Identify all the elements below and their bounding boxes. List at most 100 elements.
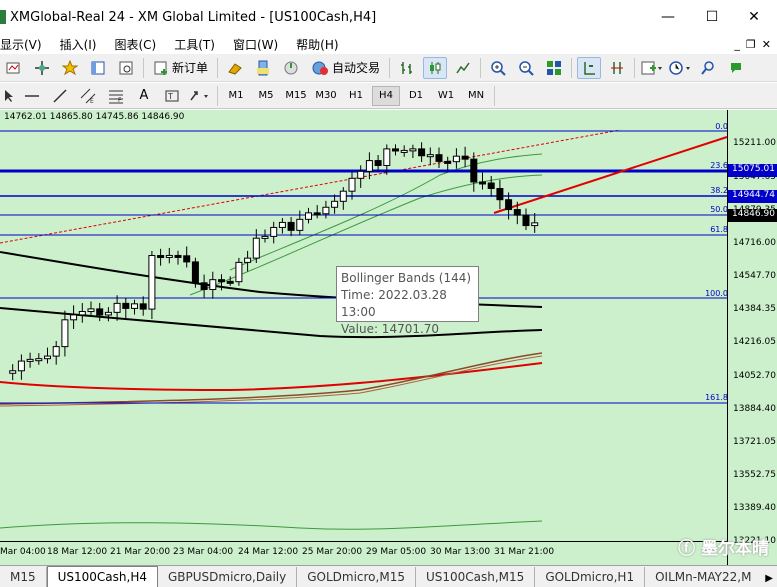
menu-help[interactable]: 帮助(H) — [296, 36, 347, 53]
time-tick: 25 Mar 20:00 — [302, 547, 363, 557]
crosshair-move-icon[interactable] — [30, 57, 54, 79]
timeframe-m30[interactable]: M30 — [312, 86, 340, 106]
trendline-red — [493, 136, 728, 214]
auto-trading-button[interactable]: 自动交易 — [307, 57, 384, 79]
menu-charts[interactable]: 图表(C) — [114, 36, 165, 53]
zoom-in-icon[interactable] — [486, 57, 510, 79]
candle-body — [200, 282, 208, 291]
arrows-dropdown-icon[interactable] — [188, 85, 212, 107]
candle-body — [17, 360, 25, 372]
price-label-highlight: 15075.01 — [728, 164, 777, 177]
price-tick: 13389.40 — [733, 503, 776, 513]
chart-tab[interactable]: GOLDmicro,M15 — [297, 567, 416, 587]
candle-body — [131, 303, 138, 309]
indicators-icon[interactable] — [640, 57, 664, 79]
meta-editor-icon[interactable] — [223, 57, 247, 79]
text-label-icon[interactable]: T — [160, 85, 184, 107]
chart-tab[interactable]: US100Cash,M15 — [416, 567, 536, 587]
moving-average-brown — [0, 352, 543, 405]
timeframe-h1[interactable]: H1 — [342, 86, 370, 106]
timeframe-m1[interactable]: M1 — [222, 86, 250, 106]
timeframe-w1[interactable]: W1 — [432, 86, 460, 106]
chart-shift-icon[interactable] — [577, 56, 602, 79]
timeframe-mn[interactable]: MN — [462, 86, 490, 106]
toolbar-separator — [480, 57, 482, 78]
line-chart-icon[interactable] — [451, 57, 475, 79]
chart-tab[interactable]: OILMn-MAY22,M — [645, 567, 761, 587]
auto-trading-icon — [312, 61, 329, 75]
price-tick: 13721.05 — [733, 437, 776, 447]
tooltip-indicator-name: Bollinger Bands (144) — [341, 271, 472, 285]
time-tick: 30 Mar 13:00 — [430, 547, 491, 557]
candle-body — [348, 177, 356, 192]
candle-body — [522, 214, 530, 227]
tooltip-value: Value: 14701.70 — [341, 322, 440, 336]
time-tick: 31 Mar 21:00 — [494, 547, 555, 557]
price-chart[interactable]: 14762.01 14865.80 14745.86 14846.90 0.0 … — [0, 110, 777, 565]
periods-icon[interactable] — [668, 57, 692, 79]
tab-scroll-right-icon[interactable]: ▶ — [765, 573, 773, 584]
favorites-star-icon[interactable] — [58, 57, 82, 79]
strategy-tester-icon[interactable] — [251, 57, 275, 79]
timeframe-d1[interactable]: D1 — [402, 86, 430, 106]
candle-body — [148, 255, 156, 310]
chart-tab[interactable]: GBPUSDmicro,Daily — [158, 567, 298, 587]
new-order-button[interactable]: 新订单 — [149, 57, 212, 79]
time-axis[interactable]: Mar 04:00 18 Mar 12:00 21 Mar 20:00 23 M… — [0, 541, 727, 565]
chart-tab[interactable]: M15 — [0, 567, 47, 587]
main-toolbar: 新订单 自动交易 — [0, 54, 777, 82]
candle-body — [244, 257, 252, 263]
menu-insert[interactable]: 插入(I) — [60, 36, 106, 53]
text-tool-icon[interactable]: A — [132, 85, 156, 107]
toolbar-separator — [143, 57, 144, 78]
bar-chart-icon[interactable] — [395, 57, 419, 79]
menu-view[interactable]: 显示(V) — [0, 36, 51, 53]
fib-label-61-8: 61.8 — [710, 225, 728, 234]
trendline-icon[interactable] — [48, 85, 72, 107]
minimize-button[interactable]: — — [645, 0, 691, 34]
toolbar-separator — [389, 57, 391, 78]
auto-scroll-icon[interactable] — [605, 57, 629, 79]
maximize-button[interactable]: ☐ — [689, 0, 735, 34]
chart-tab-active[interactable]: US100Cash,H4 — [46, 566, 158, 587]
child-minimize-button[interactable]: _ — [734, 38, 740, 51]
zoom-out-icon[interactable] — [514, 57, 538, 79]
new-order-label: 新订单 — [172, 61, 209, 75]
tooltip-time: Time: 2022.03.28 13:00 — [341, 288, 447, 319]
candle-body — [313, 212, 321, 216]
candle-body — [9, 370, 17, 374]
data-window-icon[interactable] — [114, 57, 138, 79]
fibonacci-icon[interactable]: F — [104, 85, 128, 107]
watermark: ⓕ 墨尔本晴 — [678, 534, 769, 559]
price-axis[interactable]: 15211.00 15047.65 14879.35 14716.00 1454… — [727, 110, 777, 565]
toolbar-separator — [217, 57, 219, 78]
candlestick-chart-icon[interactable] — [423, 56, 448, 79]
candle-body — [339, 190, 347, 202]
menu-window[interactable]: 窗口(W) — [233, 36, 287, 53]
child-close-button[interactable]: ✕ — [762, 38, 771, 51]
candle-body — [61, 319, 69, 348]
navigator-icon[interactable] — [86, 57, 110, 79]
candle-body — [392, 148, 399, 152]
timeframe-m15[interactable]: M15 — [282, 86, 310, 106]
timeframe-m5[interactable]: M5 — [252, 86, 280, 106]
equidistant-channel-icon[interactable]: E — [76, 85, 100, 107]
close-button[interactable]: ✕ — [731, 0, 777, 34]
tile-windows-icon[interactable] — [542, 57, 566, 79]
svg-text:T: T — [167, 92, 173, 101]
candle-body — [287, 221, 295, 231]
search-icon[interactable] — [696, 57, 720, 79]
profiles-icon[interactable] — [2, 57, 26, 79]
fib-label-100: 100.0 — [705, 289, 728, 298]
horizontal-line-icon[interactable] — [20, 85, 44, 107]
time-tick: 23 Mar 04:00 — [173, 547, 234, 557]
timeframe-h4[interactable]: H4 — [372, 85, 400, 106]
candle-body — [52, 346, 60, 357]
child-restore-button[interactable]: ❐ — [746, 38, 756, 51]
cursor-icon[interactable] — [2, 85, 16, 107]
chart-tab[interactable]: GOLDmicro,H1 — [535, 567, 646, 587]
candle-body — [470, 158, 478, 183]
signals-icon[interactable] — [279, 57, 303, 79]
community-icon[interactable] — [724, 57, 748, 79]
menu-tools[interactable]: 工具(T) — [174, 36, 224, 53]
